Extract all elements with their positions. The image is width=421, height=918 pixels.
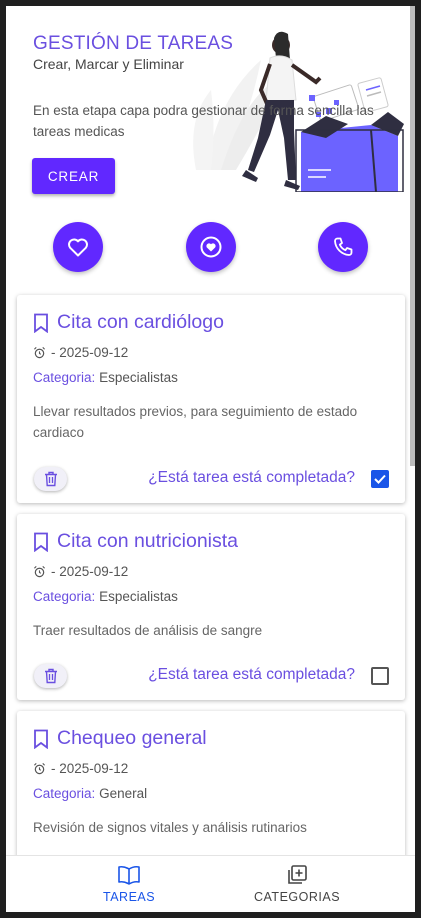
task-title-row: Cita con nutricionista bbox=[33, 530, 238, 553]
task-date: - 2025-09-12 bbox=[51, 761, 129, 776]
category-value: Especialistas bbox=[99, 589, 178, 604]
page-title: GESTIÓN DE TAREAS bbox=[33, 33, 234, 54]
task-date-row: - 2025-09-12 bbox=[33, 345, 128, 360]
trash-icon bbox=[44, 668, 57, 684]
task-title-row: Chequeo general bbox=[33, 727, 207, 750]
category-label: Categoria: bbox=[33, 370, 96, 385]
complete-question: ¿Está tarea está completada? bbox=[148, 469, 355, 486]
alarm-icon bbox=[33, 762, 46, 775]
heart-action-button[interactable] bbox=[53, 222, 103, 272]
nav-tab-tareas[interactable]: TAREAS bbox=[103, 864, 155, 904]
task-title-row: Cita con cardiólogo bbox=[33, 311, 224, 334]
alarm-icon bbox=[33, 346, 46, 359]
scrollbar[interactable] bbox=[410, 6, 415, 466]
bookmark-icon bbox=[34, 313, 48, 333]
complete-checkbox[interactable] bbox=[371, 470, 389, 488]
task-description: Traer resultados de análisis de sangre bbox=[33, 623, 263, 638]
trash-icon bbox=[44, 471, 57, 487]
task-date: - 2025-09-12 bbox=[51, 564, 129, 579]
category-value: Especialistas bbox=[99, 370, 178, 385]
nav-label-tareas: TAREAS bbox=[103, 890, 156, 904]
hero-section: GESTIÓN DE TAREAS Crear, Marcar y Elimin… bbox=[6, 6, 410, 216]
nav-label-categorias: CATEGORIAS bbox=[254, 890, 341, 904]
favorite-action-button[interactable] bbox=[186, 222, 236, 272]
call-action-button[interactable] bbox=[318, 222, 368, 272]
create-task-button[interactable]: CREAR bbox=[32, 158, 115, 194]
category-label: Categoria: bbox=[33, 589, 96, 604]
task-title: Cita con nutricionista bbox=[57, 530, 239, 552]
task-card: Cita con cardiólogo - 2025-09-12 Categor… bbox=[17, 295, 405, 503]
phone-icon bbox=[334, 237, 353, 256]
task-category-row: Categoria: General bbox=[33, 786, 147, 801]
task-date-row: - 2025-09-12 bbox=[33, 761, 128, 776]
task-title: Chequeo general bbox=[57, 727, 207, 749]
page-description: En esta etapa capa podra gestionar de fo… bbox=[33, 103, 374, 139]
book-open-icon bbox=[118, 865, 140, 885]
task-date-row: - 2025-09-12 bbox=[33, 564, 128, 579]
heart-circle-icon bbox=[200, 236, 222, 258]
task-description: Llevar resultados previos, para seguimie… bbox=[33, 404, 358, 440]
task-category-row: Categoria: Especialistas bbox=[33, 589, 178, 604]
task-description: Revisión de signos vitales y análisis ru… bbox=[33, 820, 307, 835]
complete-question: ¿Está tarea está completada? bbox=[148, 666, 355, 683]
bookmark-icon bbox=[34, 729, 48, 749]
task-card: Cita con nutricionista - 2025-09-12 Cate… bbox=[17, 514, 405, 700]
category-value: General bbox=[99, 786, 148, 801]
task-date: - 2025-09-12 bbox=[51, 345, 129, 360]
page-subtitle: Crear, Marcar y Eliminar bbox=[33, 56, 184, 72]
bottom-navigation: TAREAS CATEGORIAS bbox=[6, 855, 415, 912]
app-frame: GESTIÓN DE TAREAS Crear, Marcar y Elimin… bbox=[6, 6, 415, 912]
library-add-icon bbox=[288, 865, 307, 884]
category-label: Categoria: bbox=[33, 786, 96, 801]
check-icon bbox=[374, 474, 386, 484]
task-category-row: Categoria: Especialistas bbox=[33, 370, 178, 385]
delete-task-button[interactable] bbox=[34, 467, 67, 491]
bookmark-icon bbox=[34, 532, 48, 552]
delete-task-button[interactable] bbox=[34, 664, 67, 688]
complete-checkbox[interactable] bbox=[371, 667, 389, 685]
heart-icon bbox=[68, 238, 88, 257]
alarm-icon bbox=[33, 565, 46, 578]
nav-tab-categorias[interactable]: CATEGORIAS bbox=[254, 864, 340, 904]
task-title: Cita con cardiólogo bbox=[57, 311, 224, 333]
